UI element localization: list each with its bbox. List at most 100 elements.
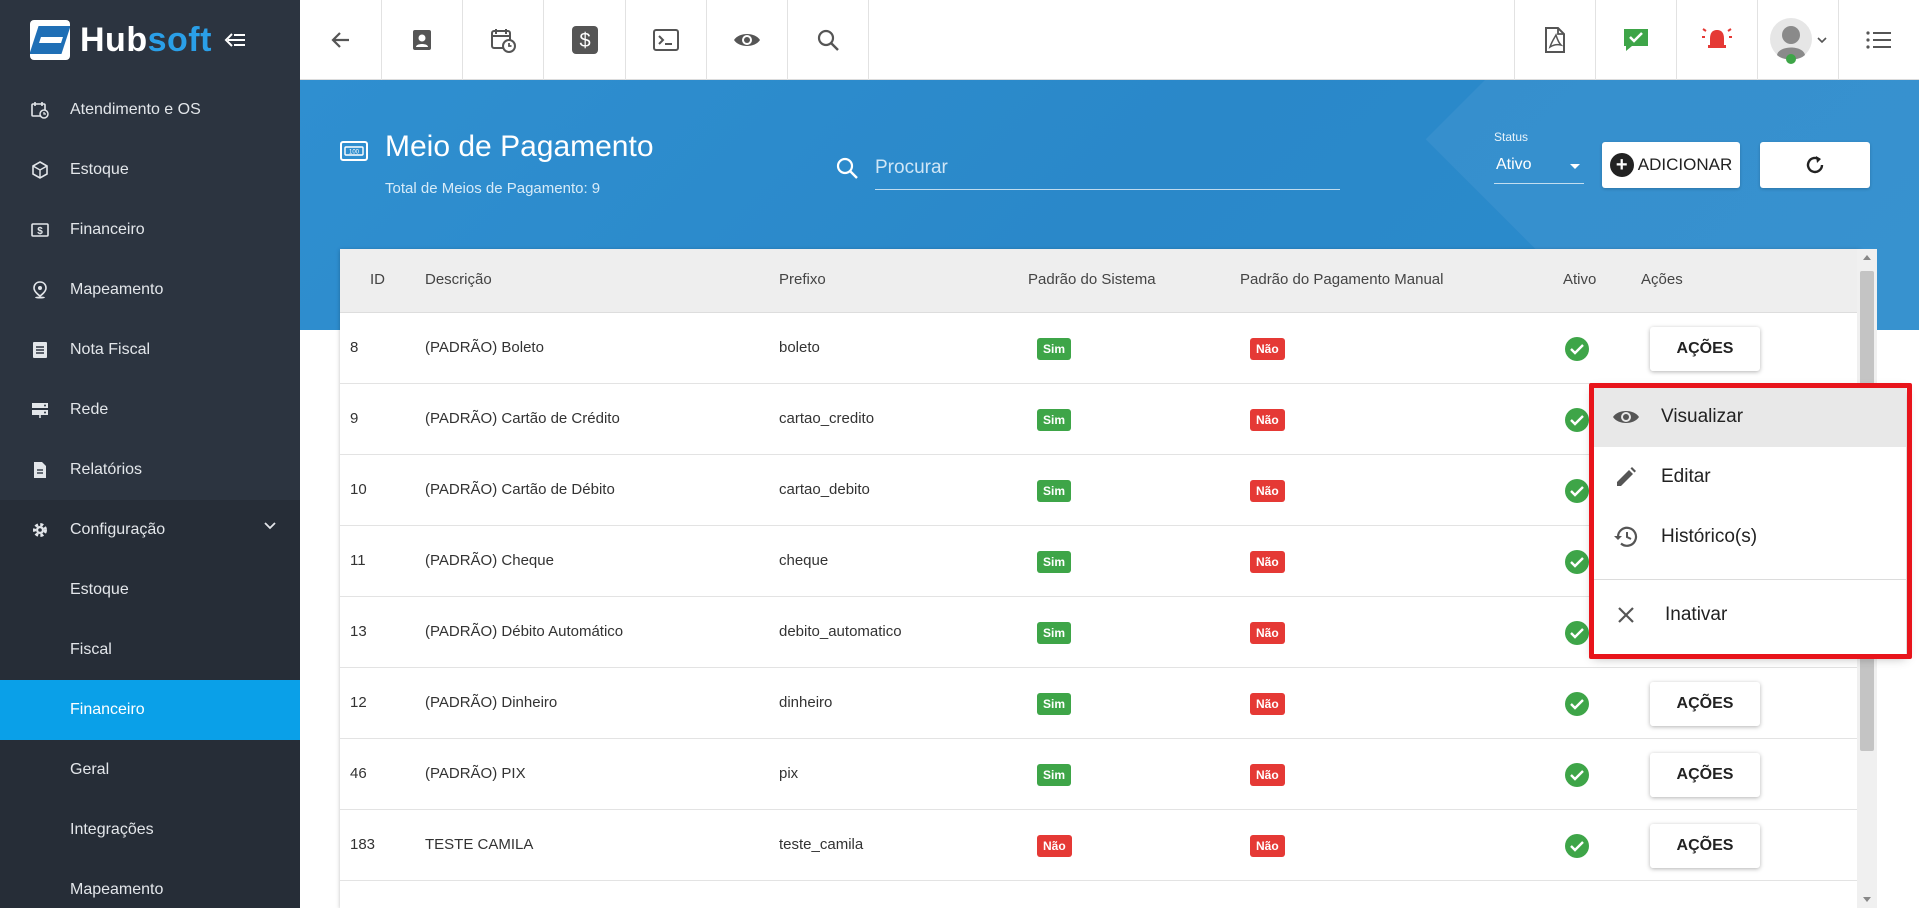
schedule-button[interactable] [463,0,544,80]
pdf-icon [1545,27,1565,53]
sidebar-item-estoque[interactable]: Estoque [0,140,300,200]
table-row[interactable]: 12 (PADRÃO) Dinheiro dinheiro Sim Não AÇÕES [340,668,1860,739]
search-input[interactable] [875,148,1340,188]
calendar-clock-icon [491,29,516,53]
terminal-button[interactable] [626,0,707,80]
pdf-button[interactable] [1514,0,1595,80]
sidebar-subitem-integracoes[interactable]: Integrações [0,800,300,860]
receipt-icon [30,340,50,360]
collapse-sidebar-icon[interactable] [224,30,246,50]
sidebar-subitem-estoque[interactable]: Estoque [0,560,300,620]
gear-icon [30,520,50,540]
menu-item-label: Inativar [1665,604,1728,625]
sidebar-item-configuracao[interactable]: Configuração [0,500,300,560]
view-button[interactable] [707,0,788,80]
badge-padrao-manual: Não [1250,409,1285,431]
sidebar-subitem-fiscal[interactable]: Fiscal [0,620,300,680]
cell-id: 10 [350,481,367,498]
chevron-down-icon [264,522,276,530]
cell-descricao: (PADRÃO) Cheque [425,552,554,569]
table-row-partial [340,881,1860,908]
sidebar-item-label: Atendimento e OS [70,101,201,118]
map-pin-icon [30,280,50,300]
status-select[interactable]: Ativo [1494,150,1584,184]
svg-text:100: 100 [349,150,360,156]
cell-id: 11 [350,552,366,569]
hubsoft-logo-icon [30,20,70,60]
header-padrao-sistema[interactable]: Padrão do Sistema [1028,271,1156,288]
add-button[interactable]: + ADICIONAR [1602,142,1740,188]
sidebar-subitem-label: Fiscal [70,641,112,658]
scroll-down-arrow-icon[interactable] [1863,897,1871,902]
badge-padrao-sistema: Sim [1037,693,1072,715]
table-row[interactable]: 46 (PADRÃO) PIX pix Sim Não AÇÕES [340,739,1860,810]
actions-button[interactable]: AÇÕES [1650,327,1760,371]
header-padrao-manual[interactable]: Padrão do Pagamento Manual [1240,271,1443,288]
actions-button[interactable]: AÇÕES [1650,824,1760,868]
list-menu-button[interactable] [1838,0,1919,80]
badge-padrao-sistema: Não [1037,835,1072,857]
badge-padrao-sistema: Sim [1037,409,1072,431]
check-circle-icon [1565,834,1589,858]
close-icon [1611,600,1641,630]
search-button[interactable] [788,0,869,80]
status-select-value: Ativo [1496,156,1532,173]
user-menu-button[interactable] [1757,0,1838,80]
svg-text:$: $ [579,30,590,52]
badge-padrao-sistema: Sim [1037,338,1072,360]
cell-descricao: (PADRÃO) PIX [425,765,526,782]
menu-item-inativar[interactable]: Inativar [1593,580,1906,650]
alarm-button[interactable] [1676,0,1757,80]
header-id[interactable]: ID [370,271,385,288]
refresh-button[interactable] [1760,142,1870,188]
header-prefixo[interactable]: Prefixo [779,271,826,288]
header-descricao[interactable]: Descrição [425,271,492,288]
finance-button[interactable]: $ [544,0,626,80]
pencil-icon [1611,462,1641,492]
sidebar-subitem-mapeamento[interactable]: Mapeamento [0,860,300,908]
table-row[interactable]: 8 (PADRÃO) Boleto boleto Sim Não AÇÕES [340,313,1860,384]
sidebar-item-atendimento[interactable]: Atendimento e OS [0,80,300,140]
menu-item-visualizar[interactable]: Visualizar [1593,387,1906,447]
header-ativo[interactable]: Ativo [1563,271,1596,288]
search-icon [817,29,839,51]
cell-id: 46 [350,765,367,782]
cell-descricao: (PADRÃO) Cartão de Débito [425,481,615,498]
cell-id: 12 [350,694,367,711]
page-title: Meio de Pagamento [385,130,654,163]
back-button[interactable] [300,0,382,80]
brand-name-part1: Hub [80,20,148,59]
table-row[interactable]: 183 TESTE CAMILA teste_camila Não Não AÇÕES [340,810,1860,881]
sidebar-subitem-label: Financeiro [70,701,145,718]
check-circle-icon [1565,692,1589,716]
cell-prefixo: teste_camila [779,836,864,853]
eye-icon [734,34,760,46]
cell-descricao: (PADRÃO) Cartão de Crédito [425,410,620,427]
sidebar-item-mapeamento[interactable]: Mapeamento [0,260,300,320]
menu-item-historico[interactable]: Histórico(s) [1593,507,1906,567]
sidebar-item-label: Relatórios [70,461,143,478]
cube-icon [30,160,50,180]
actions-button[interactable]: AÇÕES [1650,753,1760,797]
cell-prefixo: boleto [779,339,820,356]
sidebar-item-relatorios[interactable]: Relatórios [0,440,300,500]
tasks-button[interactable] [1595,0,1676,80]
caret-down-icon [1570,164,1580,169]
plus-circle-icon: + [1609,153,1634,177]
arrow-left-icon [330,32,349,48]
sidebar-subitem-financeiro[interactable]: Financeiro [0,680,300,740]
clients-button[interactable] [382,0,463,80]
menu-item-editar[interactable]: Editar [1593,447,1906,507]
check-message-icon [1624,29,1648,51]
cell-prefixo: cartao_debito [779,481,870,498]
sidebar: Hubsoft Atendimento e OS Estoque $ Finan… [0,0,300,908]
sidebar-item-rede[interactable]: Rede [0,380,300,440]
cell-descricao: (PADRÃO) Dinheiro [425,694,558,711]
sidebar-item-financeiro[interactable]: $ Financeiro [0,200,300,260]
scroll-up-arrow-icon[interactable] [1863,255,1871,260]
payment-card-icon: 100 [340,141,368,161]
sidebar-subitem-geral[interactable]: Geral [0,740,300,800]
sidebar-item-nota-fiscal[interactable]: Nota Fiscal [0,320,300,380]
cell-descricao: TESTE CAMILA [425,836,534,853]
actions-button[interactable]: AÇÕES [1650,682,1760,726]
